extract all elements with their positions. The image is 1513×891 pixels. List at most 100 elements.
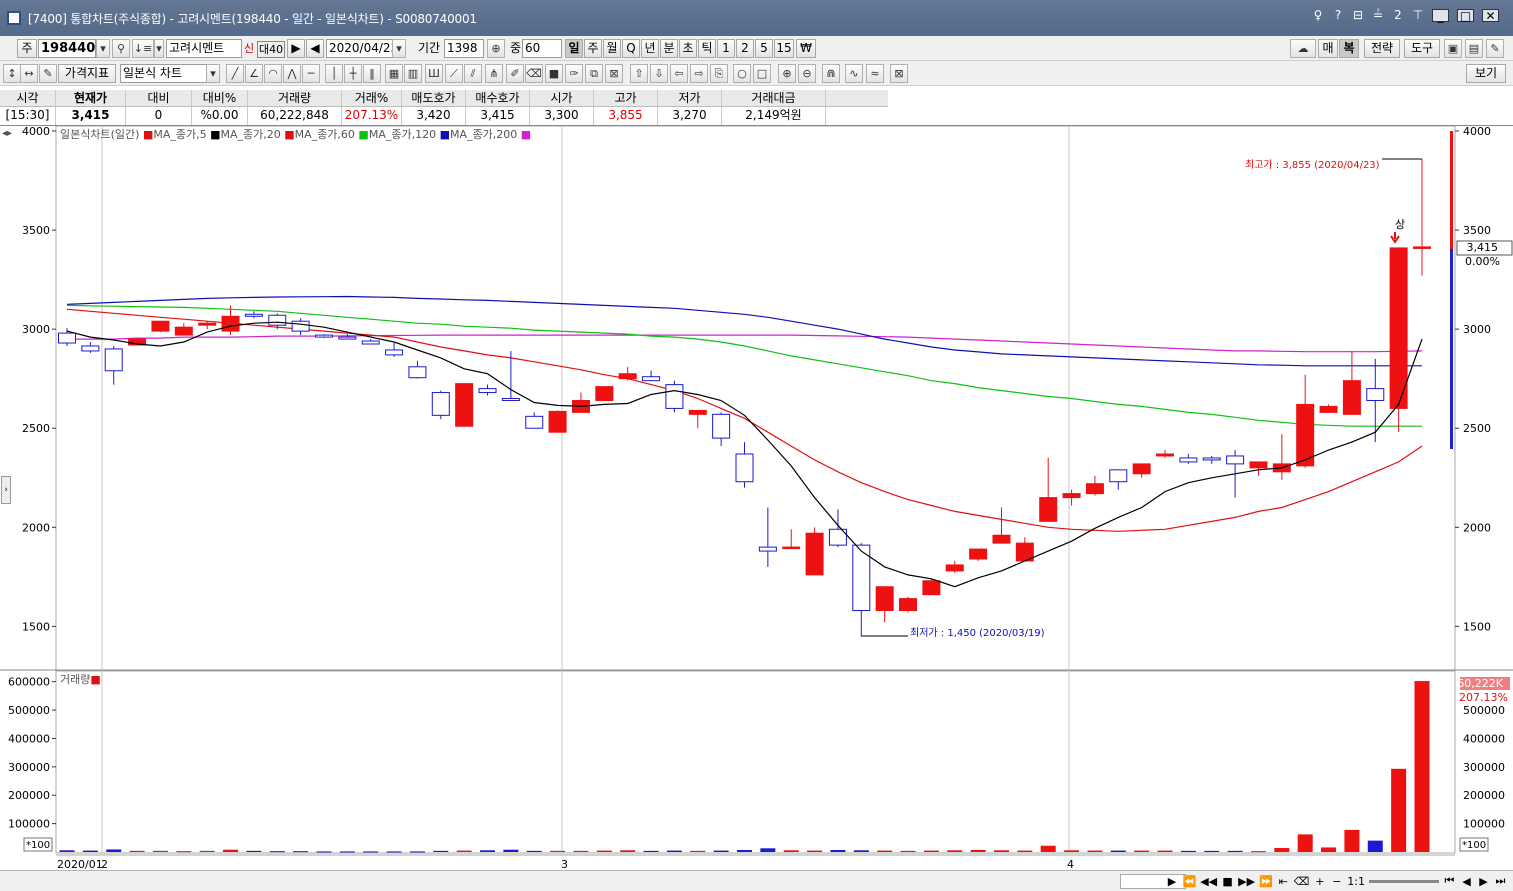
prev-icon[interactable]: ◀ xyxy=(1460,875,1473,888)
multi-button[interactable]: 복 xyxy=(1339,39,1359,58)
market-select[interactable]: 주 xyxy=(17,39,37,58)
magnet-icon[interactable]: ⋒ xyxy=(822,64,840,83)
period-day-button[interactable]: 일 xyxy=(565,39,583,58)
sort-icon[interactable]: ↓≡ xyxy=(132,39,154,58)
vertical-arrow-icon[interactable]: ↕ xyxy=(3,64,21,83)
stick-icon[interactable]: ⊤ xyxy=(1412,8,1424,22)
edit-icon[interactable]: ✎ xyxy=(39,64,57,83)
settings-icon[interactable]: ✎ xyxy=(1486,39,1504,58)
delete-icon[interactable]: ⊠ xyxy=(605,64,623,83)
close-button[interactable]: ✕ xyxy=(1482,8,1499,22)
arc-icon[interactable]: ◠ xyxy=(264,64,282,83)
first-icon[interactable]: ⏮ xyxy=(1443,874,1456,888)
pin-icon[interactable]: ♀ xyxy=(1312,8,1324,22)
layout-icon[interactable]: ⊟ xyxy=(1352,8,1364,22)
minimize-button[interactable]: _ xyxy=(1432,8,1449,22)
channel-icon[interactable]: Ш xyxy=(425,64,443,83)
strategy-button[interactable]: 전략 xyxy=(1364,39,1400,58)
forward-icon[interactable]: ▶▶ xyxy=(1238,875,1255,888)
list-icon[interactable]: ≟ xyxy=(1372,8,1384,22)
fast-forward-icon[interactable]: ⏩ xyxy=(1259,875,1273,888)
fit-icon[interactable]: ⇤ xyxy=(1277,875,1290,888)
overlap-input[interactable]: 60 xyxy=(522,39,562,58)
period-second-button[interactable]: 초 xyxy=(679,39,697,58)
back-icon[interactable]: ◀◀ xyxy=(1200,875,1217,888)
next-stock-button[interactable]: ▶ xyxy=(287,39,305,58)
zoom-out-icon[interactable]: ⊖ xyxy=(798,64,816,83)
zoom-in-icon[interactable]: ⊕ xyxy=(778,64,796,83)
pitchfork-icon[interactable]: ⋔ xyxy=(485,64,503,83)
save-icon[interactable]: ▤ xyxy=(1465,39,1483,58)
pencil-icon[interactable]: ✐ xyxy=(506,64,524,83)
scroll-right-icon[interactable]: ▶ xyxy=(1165,875,1178,888)
period-week-button[interactable]: 주 xyxy=(584,39,602,58)
copy-icon[interactable]: ⧉ xyxy=(585,64,603,83)
next-icon[interactable]: ▶ xyxy=(1477,875,1490,888)
erase-icon[interactable]: ⌫ xyxy=(1294,875,1310,888)
parallel-icon[interactable]: ⫽ xyxy=(464,64,482,83)
wave2-icon[interactable]: ≈ xyxy=(866,64,884,83)
zoom-slider[interactable] xyxy=(1369,879,1439,883)
down-arrow-icon[interactable]: ⇩ xyxy=(650,64,668,83)
view-button[interactable]: 보기 xyxy=(1466,64,1506,83)
period-minute-button[interactable]: 분 xyxy=(660,39,678,58)
brush-icon[interactable]: ✑ xyxy=(565,64,583,83)
period-month-button[interactable]: 월 xyxy=(603,39,621,58)
interval-2-button[interactable]: 2 xyxy=(736,39,754,58)
hline-icon[interactable]: ─ xyxy=(302,64,320,83)
sort-dropdown-icon[interactable]: ▾ xyxy=(154,39,164,58)
grid-icon[interactable]: ▦ xyxy=(385,64,403,83)
horizontal-arrow-icon[interactable]: ↔ xyxy=(20,64,38,83)
chart-svg[interactable]: 4000 4000 3500 3500 3000 3000 2500 2500 2000 2000… xyxy=(0,126,1513,871)
open-icon[interactable]: ▣ xyxy=(1444,39,1462,58)
left-arrow-icon[interactable]: ⇦ xyxy=(670,64,688,83)
rect-icon[interactable]: □ xyxy=(753,64,771,83)
zoom-out-button[interactable]: − xyxy=(1330,875,1343,888)
rewind-icon[interactable]: ⏪ xyxy=(1182,875,1196,888)
stop-icon[interactable]: ■ xyxy=(1221,875,1234,888)
ray-icon[interactable]: ⟋ xyxy=(445,64,463,83)
currency-button[interactable]: ₩ xyxy=(796,39,816,58)
note-icon[interactable]: ⎘ xyxy=(710,64,728,83)
clear-icon[interactable]: ⊠ xyxy=(890,64,908,83)
period-input[interactable]: 1398 xyxy=(444,39,484,58)
help-icon[interactable]: ? xyxy=(1332,8,1344,22)
scroll-arrow-icon[interactable]: ◂▸ xyxy=(2,128,12,139)
interval-5-button[interactable]: 5 xyxy=(755,39,773,58)
circle-icon[interactable]: ○ xyxy=(733,64,751,83)
stock-code-input[interactable]: 198440 xyxy=(38,39,96,58)
table-icon[interactable]: ▥ xyxy=(404,64,422,83)
prev-stock-button[interactable]: ◀ xyxy=(306,39,324,58)
right-arrow-icon[interactable]: ⇨ xyxy=(690,64,708,83)
chart-type-dropdown-icon[interactable]: ▾ xyxy=(206,64,220,83)
lock-icon[interactable]: ⊕ xyxy=(487,39,505,58)
date-input[interactable]: 2020/04/23 xyxy=(326,39,394,58)
search-icon[interactable]: ⚲ xyxy=(112,39,130,58)
up-arrow-icon[interactable]: ⇧ xyxy=(630,64,648,83)
code-dropdown-icon[interactable]: ▾ xyxy=(96,39,110,58)
interval-15-button[interactable]: 15 xyxy=(774,39,794,58)
fan-icon[interactable]: ⋀ xyxy=(283,64,301,83)
zoom-in-button[interactable]: + xyxy=(1313,875,1326,888)
period-year-button[interactable]: 년 xyxy=(641,39,659,58)
chart-type-select[interactable]: 일본식 차트 xyxy=(120,64,208,83)
wave-icon[interactable]: ∿ xyxy=(845,64,863,83)
panel-expand-icon[interactable]: › xyxy=(1,476,11,504)
tools-button[interactable]: 도구 xyxy=(1404,39,1440,58)
eraser-icon[interactable]: ⌫ xyxy=(525,64,543,83)
period-tick-button[interactable]: 틱 xyxy=(698,39,716,58)
angle-icon[interactable]: ∠ xyxy=(245,64,263,83)
cross-icon[interactable]: ┼ xyxy=(344,64,362,83)
cloud-icon[interactable]: ☁ xyxy=(1290,39,1316,58)
interval-1-button[interactable]: 1 xyxy=(717,39,735,58)
chart-area[interactable]: 4000 4000 3500 3500 3000 3000 2500 2500 2000 2000… xyxy=(0,126,1513,891)
trade-button[interactable]: 매 xyxy=(1318,39,1338,58)
indicator-button[interactable]: 가격지표 xyxy=(58,64,116,83)
bars-icon[interactable]: ‖ xyxy=(363,64,381,83)
vline-icon[interactable]: │ xyxy=(325,64,343,83)
trendline-icon[interactable]: ╱ xyxy=(226,64,244,83)
color-icon[interactable]: ■ xyxy=(545,64,563,83)
period-quarter-button[interactable]: Q xyxy=(622,39,640,58)
last-icon[interactable]: ⏭ xyxy=(1494,874,1507,888)
maximize-button[interactable]: □ xyxy=(1457,8,1474,22)
